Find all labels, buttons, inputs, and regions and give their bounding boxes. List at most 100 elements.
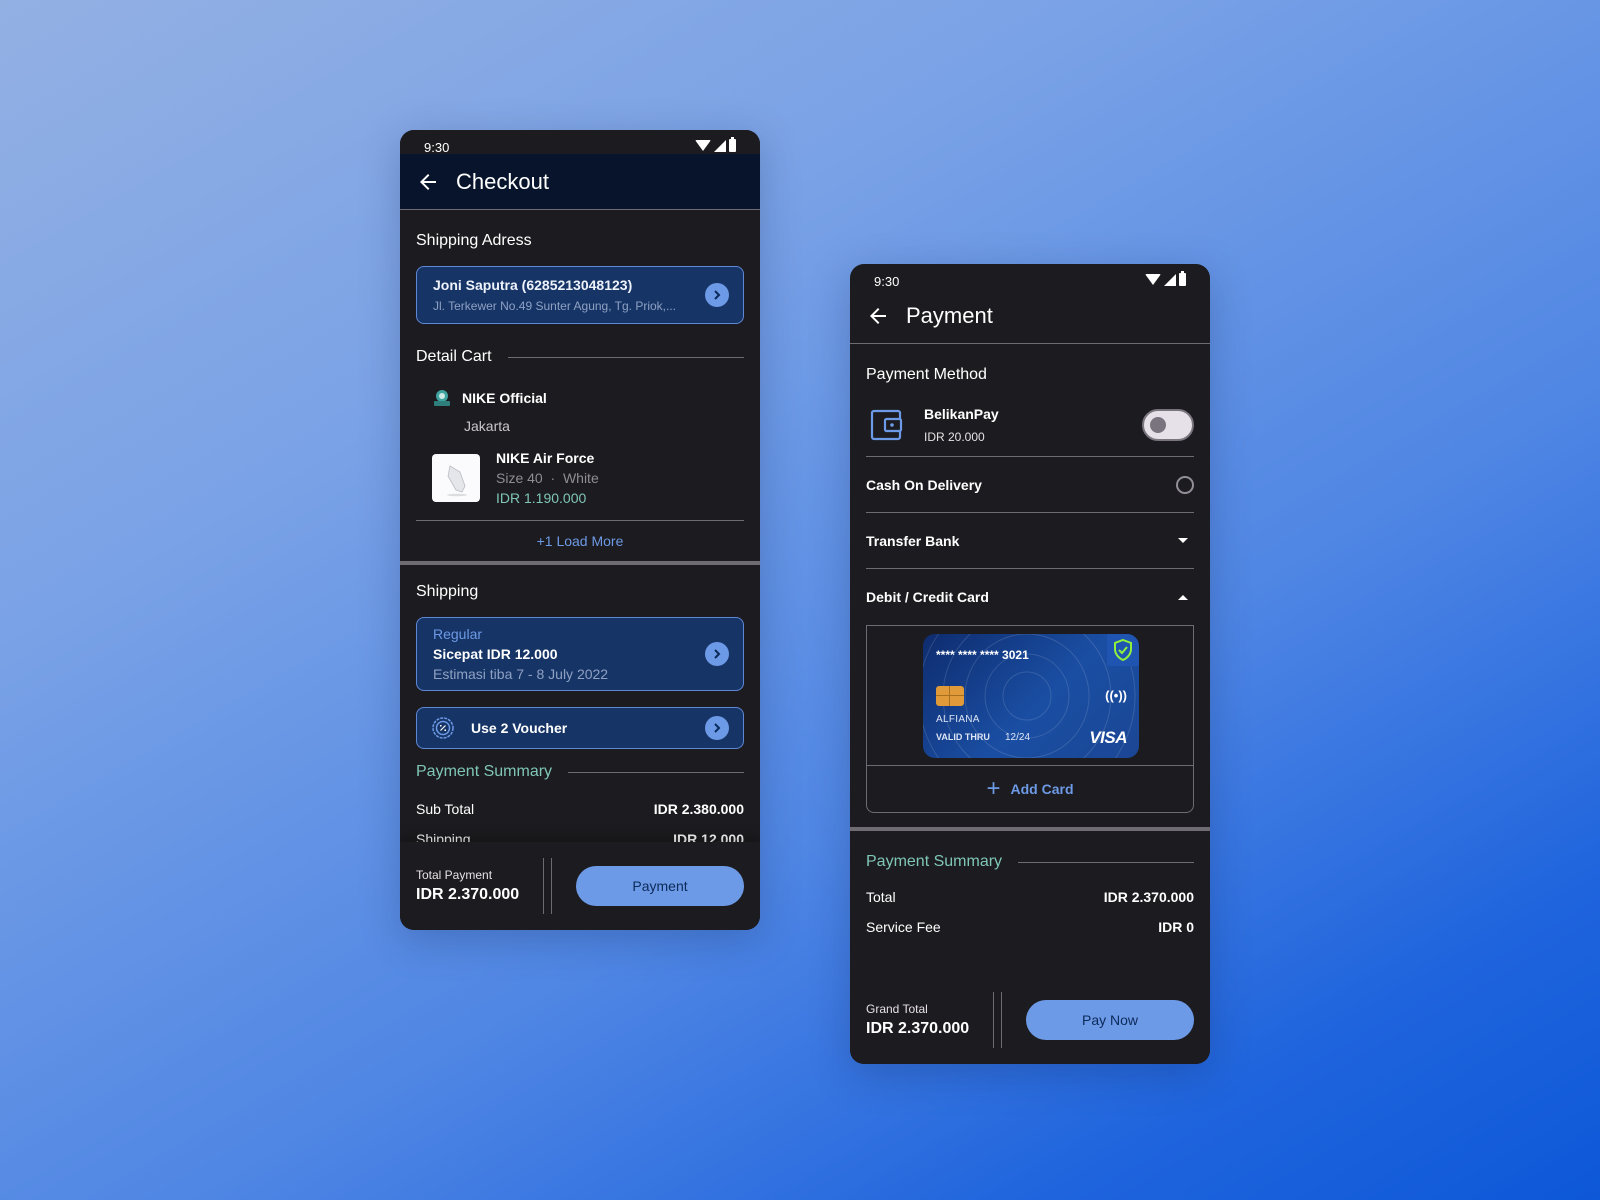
recipient-name: Joni Saputra (6285213048123) bbox=[433, 277, 633, 293]
method-label: Cash On Delivery bbox=[866, 476, 982, 493]
wallet-option: BelikanPay IDR 20.000 bbox=[866, 406, 1194, 457]
payment-button[interactable]: Payment bbox=[576, 866, 744, 906]
caret-up-icon[interactable] bbox=[1178, 594, 1188, 600]
chevron-right-icon[interactable] bbox=[705, 642, 729, 666]
product-price: IDR 1.190.000 bbox=[496, 490, 587, 506]
total-label: Total Payment bbox=[416, 868, 493, 882]
method-label: Debit / Credit Card bbox=[866, 589, 989, 605]
store-info: NIKE Official bbox=[416, 388, 744, 408]
store-name: NIKE Official bbox=[462, 390, 547, 406]
wallet-icon bbox=[870, 408, 904, 442]
plus-icon: + bbox=[986, 775, 1001, 802]
payment-method-title: Payment Method bbox=[866, 366, 987, 383]
shield-check-icon bbox=[1107, 634, 1139, 666]
divider bbox=[507, 356, 744, 358]
chevron-right-icon[interactable] bbox=[705, 716, 729, 740]
card-expiry: 12/24 bbox=[1005, 732, 1031, 743]
checkout-screen: 9:30 Checkout Shipping Adress Joni Saput… bbox=[400, 130, 760, 930]
back-arrow-icon[interactable] bbox=[866, 304, 890, 328]
payment-summary-title: Payment Summary bbox=[866, 853, 1003, 870]
product-name: NIKE Air Force bbox=[496, 450, 595, 466]
summary-value: IDR 2.380.000 bbox=[653, 801, 744, 817]
grand-total-label: Grand Total bbox=[866, 1002, 928, 1016]
radio-button[interactable] bbox=[1176, 475, 1194, 494]
chevron-right-icon[interactable] bbox=[705, 283, 729, 307]
pay-now-button[interactable]: Pay Now bbox=[1026, 1000, 1194, 1040]
signal-icon bbox=[714, 139, 726, 152]
status-bar: 9:30 bbox=[400, 130, 760, 155]
divider bbox=[568, 771, 744, 773]
vertical-divider bbox=[543, 858, 553, 914]
load-more-link[interactable]: +1 Load More bbox=[416, 521, 744, 561]
battery-icon bbox=[729, 137, 736, 152]
method-debit-credit-card[interactable]: Debit / Credit Card bbox=[866, 569, 1194, 625]
card-number: **** **** **** 3021 bbox=[936, 648, 1029, 662]
add-card-button[interactable]: + Add Card bbox=[867, 766, 1193, 812]
method-label: Transfer Bank bbox=[866, 532, 960, 549]
add-card-label: Add Card bbox=[1010, 781, 1074, 797]
total-value: IDR 2.370.000 bbox=[416, 886, 520, 903]
section-divider bbox=[400, 561, 760, 565]
app-bar: Payment bbox=[850, 288, 1210, 344]
voucher-label: Use 2 Voucher bbox=[471, 720, 568, 736]
detail-cart-header: Detail Cart bbox=[416, 348, 744, 366]
product-size: Size 40 bbox=[496, 470, 543, 486]
wallet-name: BelikanPay bbox=[924, 406, 999, 422]
toggle-knob bbox=[1150, 417, 1166, 433]
grand-total-value: IDR 2.370.000 bbox=[866, 1020, 970, 1037]
shipping-courier: Sicepat IDR 12.000 bbox=[433, 646, 558, 662]
chip-icon bbox=[936, 686, 964, 706]
contactless-icon: ((•)) bbox=[1105, 688, 1127, 703]
summary-row: Service Fee IDR 0 bbox=[866, 919, 1194, 935]
summary-row: Sub Total IDR 2.380.000 bbox=[416, 801, 744, 817]
product-image bbox=[432, 454, 480, 502]
shipping-option-card[interactable]: Regular Sicepat IDR 12.000 Estimasi tiba… bbox=[416, 617, 744, 691]
payment-summary-header: Payment Summary bbox=[866, 853, 1194, 871]
wallet-toggle[interactable] bbox=[1142, 409, 1194, 441]
bottom-bar: Grand Total IDR 2.370.000 Pay Now bbox=[850, 976, 1210, 1064]
payment-summary-title: Payment Summary bbox=[416, 763, 553, 780]
caret-down-icon[interactable] bbox=[1178, 538, 1188, 543]
shipping-type: Regular bbox=[433, 626, 483, 642]
summary-label: Service Fee bbox=[866, 919, 941, 935]
shipping-address-card[interactable]: Joni Saputra (6285213048123) Jl. Terkewe… bbox=[416, 266, 744, 324]
store-city: Jakarta bbox=[464, 418, 510, 434]
official-store-badge-icon bbox=[432, 388, 452, 408]
summary-value: IDR 2.370.000 bbox=[1103, 889, 1194, 905]
summary-value: IDR 0 bbox=[1158, 919, 1194, 935]
payment-screen: 9:30 Payment Payment Method BelikanPay I… bbox=[850, 264, 1210, 1064]
divider bbox=[1018, 861, 1194, 863]
status-bar: 9:30 bbox=[850, 264, 1210, 289]
shipping-eta: Estimasi tiba 7 - 8 July 2022 bbox=[433, 666, 609, 682]
dot-separator: · bbox=[546, 470, 560, 486]
card-holder: ALFIANA bbox=[936, 714, 980, 725]
payment-summary-header: Payment Summary bbox=[416, 763, 744, 781]
bottom-bar: Total Payment IDR 2.370.000 Payment bbox=[400, 842, 760, 930]
wifi-icon bbox=[1145, 274, 1161, 285]
back-arrow-icon[interactable] bbox=[416, 170, 440, 194]
status-time: 9:30 bbox=[874, 274, 900, 289]
shipping-address-title: Shipping Adress bbox=[416, 232, 532, 249]
section-divider bbox=[850, 827, 1210, 831]
vertical-divider bbox=[993, 992, 1003, 1048]
discount-badge-icon bbox=[431, 716, 455, 740]
valid-thru-label: VALID THRU bbox=[936, 732, 990, 742]
method-cash-on-delivery[interactable]: Cash On Delivery bbox=[866, 457, 1194, 513]
signal-icon bbox=[1164, 273, 1176, 286]
summary-label: Total bbox=[866, 889, 896, 905]
voucher-button[interactable]: Use 2 Voucher bbox=[416, 707, 744, 749]
address-line: Jl. Terkewer No.49 Sunter Agung, Tg. Pri… bbox=[433, 299, 677, 313]
wifi-icon bbox=[695, 140, 711, 151]
summary-row: Total IDR 2.370.000 bbox=[866, 889, 1194, 905]
detail-cart-title: Detail Cart bbox=[416, 348, 492, 365]
summary-label: Sub Total bbox=[416, 801, 475, 817]
product-color: White bbox=[562, 470, 599, 486]
wallet-balance: IDR 20.000 bbox=[924, 430, 985, 444]
status-time: 9:30 bbox=[424, 140, 450, 155]
visa-logo: VISA bbox=[1089, 728, 1127, 747]
credit-card[interactable]: **** **** **** 3021 ((•)) ALFIANA VALID … bbox=[923, 634, 1139, 758]
product-variant: Size 40 · White bbox=[496, 468, 599, 488]
page-title: Checkout bbox=[456, 168, 549, 194]
cart-item[interactable]: NIKE Air Force Size 40 · White IDR 1.190… bbox=[416, 448, 744, 508]
method-transfer-bank[interactable]: Transfer Bank bbox=[866, 513, 1194, 569]
